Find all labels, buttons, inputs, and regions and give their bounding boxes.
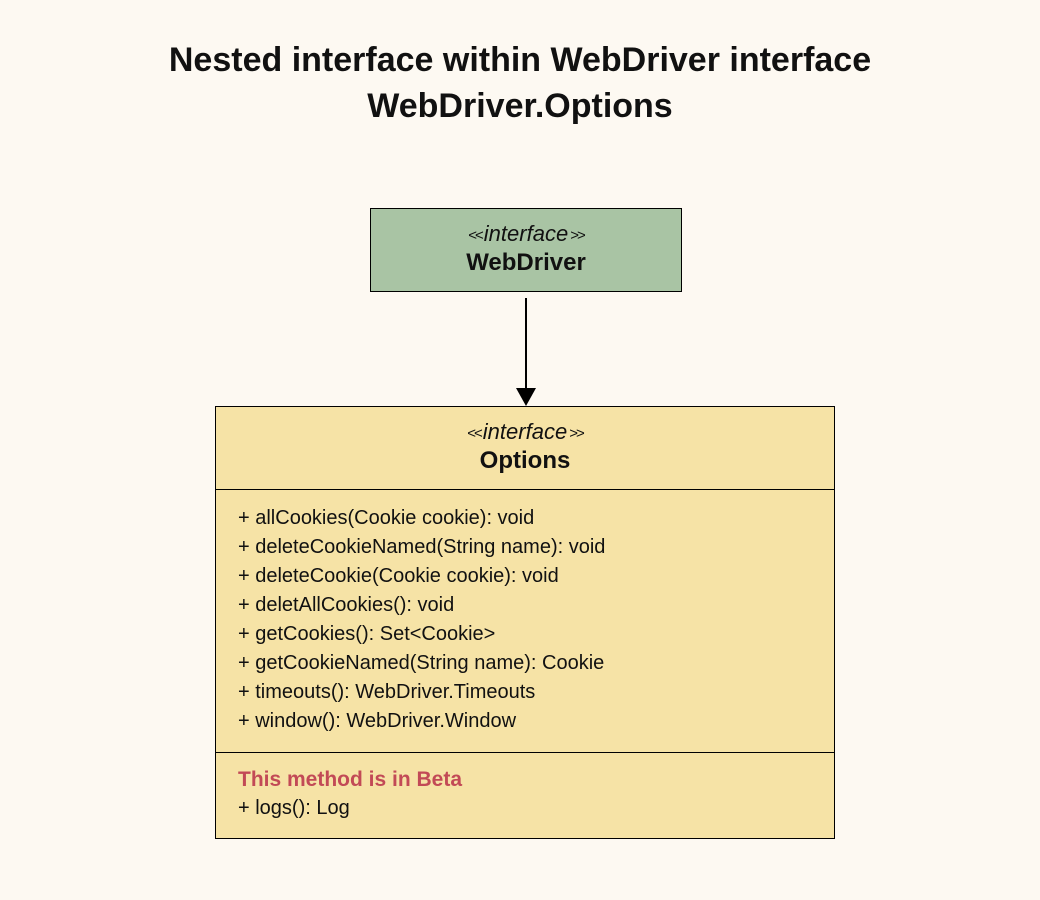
options-class-name: Options <box>226 447 824 475</box>
diagram-title: Nested interface within WebDriver interf… <box>0 38 1040 130</box>
method-item: + allCookies(Cookie cookie): void <box>238 504 812 533</box>
webdriver-interface-box: <<interface>> WebDriver <box>370 208 682 292</box>
method-item: + deleteCookie(Cookie cookie): void <box>238 562 812 591</box>
title-line-1: Nested interface within WebDriver interf… <box>169 41 871 79</box>
webdriver-class-name: WebDriver <box>381 249 671 277</box>
options-interface-box: <<interface>> Options + allCookies(Cooki… <box>215 406 835 839</box>
stereotype-close: >> <box>568 227 586 244</box>
stereotype-close: >> <box>567 425 585 442</box>
method-item: + timeouts(): WebDriver.Timeouts <box>238 678 812 707</box>
method-item: + getCookies(): Set<Cookie> <box>238 620 812 649</box>
stereotype-word: interface <box>483 419 567 444</box>
options-header: <<interface>> Options <box>216 407 834 490</box>
method-item: + window(): WebDriver.Window <box>238 707 812 736</box>
webdriver-header: <<interface>> WebDriver <box>371 209 681 291</box>
stereotype-open: << <box>466 227 484 244</box>
containment-arrow-line <box>525 298 527 394</box>
containment-arrow-head-icon <box>516 388 536 406</box>
beta-note: This method is in Beta <box>238 765 812 794</box>
method-item: + getCookieNamed(String name): Cookie <box>238 649 812 678</box>
method-item: + deleteCookieNamed(String name): void <box>238 533 812 562</box>
options-methods-compartment: + allCookies(Cookie cookie): void + dele… <box>216 490 834 753</box>
options-beta-compartment: This method is in Beta + logs(): Log <box>216 753 834 838</box>
method-item: + logs(): Log <box>238 797 350 819</box>
options-stereotype: <<interface>> <box>226 419 824 445</box>
title-line-2: WebDriver.Options <box>367 87 672 125</box>
stereotype-open: << <box>465 425 483 442</box>
webdriver-stereotype: <<interface>> <box>381 221 671 247</box>
method-item: + deletAllCookies(): void <box>238 591 812 620</box>
diagram-canvas: Nested interface within WebDriver interf… <box>0 0 1040 900</box>
stereotype-word: interface <box>484 221 568 246</box>
